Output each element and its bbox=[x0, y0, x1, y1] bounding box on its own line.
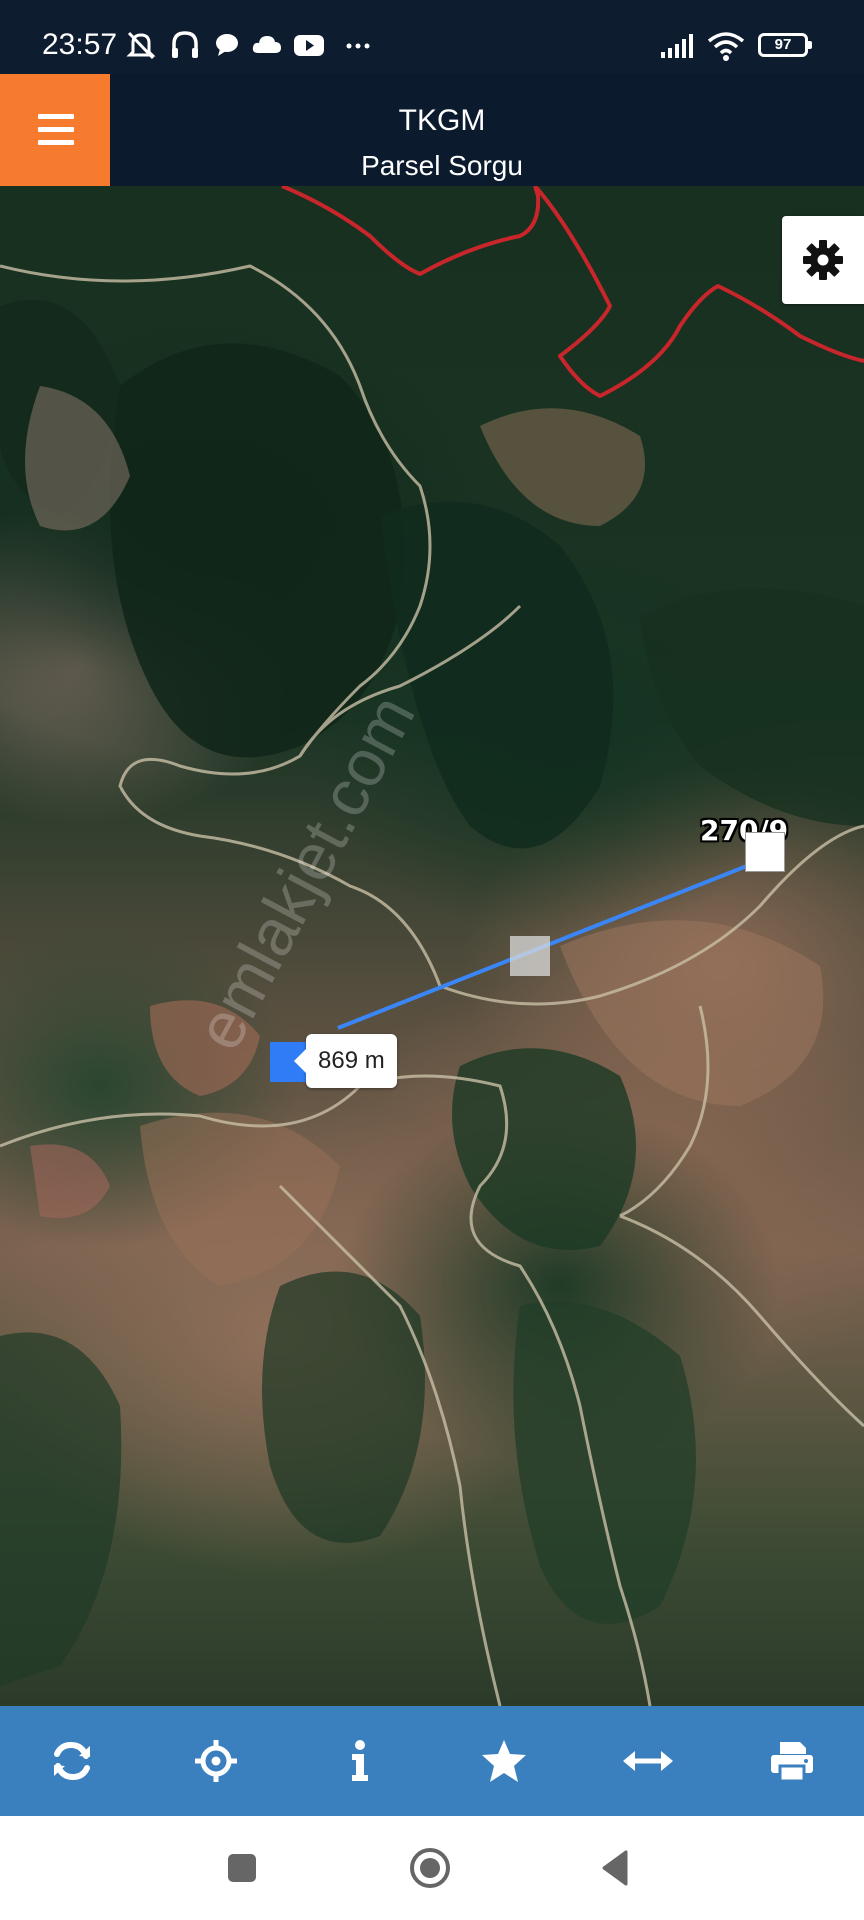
forest-area bbox=[640, 588, 864, 826]
favorites-button[interactable] bbox=[432, 1706, 576, 1816]
locate-button[interactable] bbox=[144, 1706, 288, 1816]
back-triangle-icon bbox=[602, 1850, 628, 1886]
home-circle-icon bbox=[410, 1848, 450, 1888]
field-area bbox=[140, 1112, 340, 1286]
mute-icon bbox=[126, 31, 156, 60]
more-icon bbox=[346, 43, 370, 49]
app-header: TKGM Parsel Sorgu bbox=[0, 74, 864, 186]
youtube-icon bbox=[294, 35, 324, 56]
forest-area bbox=[0, 1332, 122, 1686]
forest-area bbox=[380, 501, 614, 849]
satellite-map bbox=[0, 186, 864, 1706]
wifi-icon bbox=[707, 32, 745, 61]
refresh-icon bbox=[54, 1741, 90, 1781]
village-area bbox=[30, 1144, 110, 1218]
printer-icon bbox=[771, 1742, 813, 1783]
forest-area bbox=[262, 1271, 425, 1543]
info-button[interactable] bbox=[288, 1706, 432, 1816]
status-bar: 23:57 97 bbox=[0, 0, 864, 74]
signal-icon bbox=[661, 34, 693, 58]
crosshair-icon bbox=[195, 1740, 237, 1782]
boundary-line bbox=[281, 186, 864, 398]
home-button[interactable] bbox=[380, 1816, 480, 1920]
field-area bbox=[480, 408, 645, 526]
measure-button[interactable] bbox=[576, 1706, 720, 1816]
info-icon bbox=[352, 1740, 368, 1781]
battery-icon: 97 bbox=[758, 33, 812, 57]
forest-area bbox=[513, 1301, 696, 1624]
bottom-toolbar bbox=[0, 1706, 864, 1816]
print-button[interactable] bbox=[720, 1706, 864, 1816]
star-icon bbox=[482, 1740, 526, 1782]
app-title: TKGM bbox=[398, 104, 486, 137]
menu-button[interactable] bbox=[0, 74, 110, 186]
horizontal-arrows-icon bbox=[623, 1751, 673, 1771]
map-view[interactable]: emlakjet.com 270/9 869 m bbox=[0, 186, 864, 1706]
refresh-button[interactable] bbox=[0, 1706, 144, 1816]
measure-end-handle[interactable] bbox=[745, 832, 785, 872]
cloud-icon bbox=[252, 36, 281, 53]
chat-icon bbox=[216, 34, 238, 56]
app-subtitle: Parsel Sorgu bbox=[361, 150, 523, 181]
settings-button[interactable] bbox=[782, 216, 864, 304]
system-nav-bar bbox=[0, 1816, 864, 1920]
gear-icon bbox=[803, 240, 843, 280]
back-button[interactable] bbox=[566, 1816, 666, 1920]
distance-tooltip: 869 m bbox=[294, 1034, 397, 1088]
recents-button[interactable] bbox=[192, 1816, 292, 1920]
headphones-icon bbox=[172, 31, 198, 58]
recents-square-icon bbox=[228, 1854, 256, 1882]
battery-level: 97 bbox=[774, 36, 792, 53]
measure-mid-handle[interactable] bbox=[510, 936, 550, 976]
forest-area bbox=[452, 1048, 636, 1250]
status-time: 23:57 bbox=[42, 28, 118, 61]
